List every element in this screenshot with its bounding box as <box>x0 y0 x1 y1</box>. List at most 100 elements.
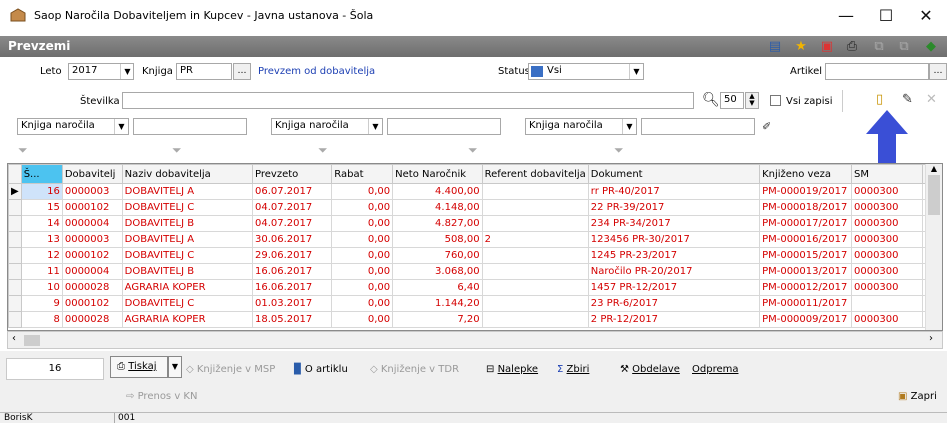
odprema-button[interactable]: Odprema <box>692 364 738 375</box>
table-cell[interactable]: 0,00 <box>331 231 394 248</box>
table-cell[interactable]: PM-000018/2017 <box>759 199 852 216</box>
row-indicator[interactable] <box>8 311 22 328</box>
filter-icon-3[interactable]: ⏷ <box>318 143 328 158</box>
table-cell[interactable] <box>481 263 589 280</box>
table-cell[interactable]: DOBAVITELJ A <box>121 231 254 248</box>
table-cell[interactable]: rr PR-40/2017 <box>587 183 761 200</box>
zbiri-button[interactable]: Σ Zbiri <box>557 364 589 375</box>
nalepke-button[interactable]: ⊟ Nalepke <box>486 364 538 375</box>
table-cell[interactable]: 16 <box>20 183 63 200</box>
zapri-button[interactable]: ▣ Zapri <box>898 391 937 402</box>
table-cell[interactable]: DOBAVITELJ B <box>121 215 254 232</box>
table-cell[interactable]: 04.07.2017 <box>251 199 333 216</box>
print-icon[interactable]: ⎙ <box>843 38 861 56</box>
scroll-left-icon[interactable]: ‹ <box>12 333 16 344</box>
tiskaj-dropdown-icon[interactable]: ▼ <box>168 356 182 378</box>
column-header[interactable]: Prevzeto <box>251 164 333 184</box>
table-row[interactable]: 13 0000003 DOBAVITELJ A 30.06.2017 0,00 508,0… <box>8 231 942 248</box>
table-cell[interactable]: 4.148,00 <box>392 199 483 216</box>
copy-icon[interactable]: ⧉ <box>870 38 888 56</box>
knjiga-browse-button[interactable]: … <box>233 63 251 80</box>
column-header[interactable]: Rabat <box>331 164 394 184</box>
edit-record-icon[interactable]: ✎ <box>902 92 913 107</box>
table-cell[interactable]: 0,00 <box>331 183 394 200</box>
table-cell[interactable] <box>481 247 589 264</box>
knjiga-narocila-select-1[interactable]: Knjiga naročila <box>17 118 129 135</box>
table-row[interactable]: 15 0000102 DOBAVITELJ C 04.07.2017 0,00 4.148… <box>8 199 942 216</box>
row-indicator[interactable] <box>8 199 22 216</box>
table-cell[interactable]: 4.827,00 <box>392 215 483 232</box>
knjiga-narocila-select-3[interactable]: Knjiga naročila <box>525 118 637 135</box>
table-cell[interactable]: 4.400,00 <box>392 183 483 200</box>
row-indicator[interactable]: ▶ <box>8 183 22 200</box>
row-indicator[interactable] <box>8 279 22 296</box>
table-cell[interactable]: DOBAVITELJ C <box>121 247 254 264</box>
status-select[interactable]: Vsi <box>528 63 644 80</box>
knjizenje-tdr-button[interactable]: ◇ Knjiženje v TDR <box>370 364 459 375</box>
table-cell[interactable]: 3.068,00 <box>392 263 483 280</box>
table-cell[interactable]: AGRARIA KOPER <box>121 311 254 328</box>
table-cell[interactable]: DOBAVITELJ B <box>121 263 254 280</box>
knjiga-narocila-dropdown-icon-3[interactable]: ▼ <box>622 119 636 134</box>
table-cell[interactable]: 0000300 <box>850 199 924 216</box>
table-cell[interactable]: 7,20 <box>392 311 483 328</box>
row-indicator[interactable] <box>8 295 22 312</box>
table-cell[interactable]: 234 PR-34/2017 <box>587 215 761 232</box>
table-row[interactable]: 11 0000004 DOBAVITELJ B 16.06.2017 0,00 3.068… <box>8 263 942 280</box>
table-cell[interactable]: PM-000015/2017 <box>759 247 852 264</box>
table-cell[interactable]: 22 PR-39/2017 <box>587 199 761 216</box>
table-cell[interactable]: DOBAVITELJ A <box>121 183 254 200</box>
table-cell[interactable]: 0000004 <box>61 215 123 232</box>
table-cell[interactable] <box>481 215 589 232</box>
knjiga-input[interactable]: PR <box>176 63 232 80</box>
stevilka-input[interactable] <box>122 92 694 109</box>
table-cell[interactable]: 0000300 <box>850 263 924 280</box>
new-record-icon[interactable]: ▯ <box>876 92 883 107</box>
table-cell[interactable]: 0000300 <box>850 247 924 264</box>
table-cell[interactable]: 0,00 <box>331 247 394 264</box>
table-cell[interactable]: PM-000017/2017 <box>759 215 852 232</box>
star-icon[interactable]: ★ <box>792 38 810 56</box>
table-cell[interactable]: PM-000016/2017 <box>759 231 852 248</box>
knjiga-narocila-select-2[interactable]: Knjiga naročila <box>271 118 383 135</box>
column-header[interactable]: Dokument <box>587 164 761 184</box>
table-cell[interactable] <box>481 295 589 312</box>
scroll-right-icon[interactable]: › <box>929 333 933 344</box>
table-cell[interactable]: 1.144,20 <box>392 295 483 312</box>
table-cell[interactable]: Naročilo PR-20/2017 <box>587 263 761 280</box>
table-cell[interactable]: 18.05.2017 <box>251 311 333 328</box>
knjiga-narocila-input-3[interactable] <box>641 118 755 135</box>
table-cell[interactable]: 1457 PR-12/2017 <box>587 279 761 296</box>
minimize-button[interactable]: — <box>826 6 866 28</box>
vertical-scrollbar[interactable]: ▲ <box>925 164 942 330</box>
table-cell[interactable]: 0000300 <box>850 215 924 232</box>
table-cell[interactable]: 0,00 <box>331 295 394 312</box>
table-cell[interactable]: 14 <box>20 215 63 232</box>
table-cell[interactable]: 29.06.2017 <box>251 247 333 264</box>
table-cell[interactable]: 23 PR-6/2017 <box>587 295 761 312</box>
table-row[interactable]: 8 0000028 AGRARIA KOPER 18.05.2017 0,00 7,20 2… <box>8 311 942 328</box>
table-cell[interactable]: PM-000012/2017 <box>759 279 852 296</box>
table-cell[interactable]: 11 <box>20 263 63 280</box>
status-dropdown-icon[interactable]: ▼ <box>629 64 643 79</box>
table-cell[interactable]: 8 <box>20 311 63 328</box>
table-cell[interactable]: PM-000013/2017 <box>759 263 852 280</box>
table-row[interactable]: ▶ 16 0000003 DOBAVITELJ A 06.07.2017 0,00 4.40… <box>8 183 942 200</box>
search-icon[interactable]: 🔍︎ <box>702 92 720 108</box>
column-header[interactable]: Naziv dobavitelja <box>121 164 254 184</box>
o-artiklu-button[interactable]: ▉ O artiklu <box>294 364 348 375</box>
row-indicator[interactable] <box>8 231 22 248</box>
table-cell[interactable]: 0,00 <box>331 279 394 296</box>
table-cell[interactable]: 1245 PR-23/2017 <box>587 247 761 264</box>
table-cell[interactable]: 9 <box>20 295 63 312</box>
table-cell[interactable]: 0000102 <box>61 295 123 312</box>
knjiga-narocila-input-2[interactable] <box>387 118 501 135</box>
column-header[interactable]: Neto Naročnik <box>392 164 483 184</box>
table-row[interactable]: 10 0000028 AGRARIA KOPER 16.06.2017 0,00 6,40… <box>8 279 942 296</box>
delete-record-icon[interactable]: ✕ <box>926 92 937 107</box>
column-header[interactable]: Dobavitelj <box>61 164 123 184</box>
table-cell[interactable]: 6,40 <box>392 279 483 296</box>
knjiga-narocila-input-1[interactable] <box>133 118 247 135</box>
table-cell[interactable]: 01.03.2017 <box>251 295 333 312</box>
leto-dropdown-icon[interactable]: ▼ <box>120 64 134 79</box>
